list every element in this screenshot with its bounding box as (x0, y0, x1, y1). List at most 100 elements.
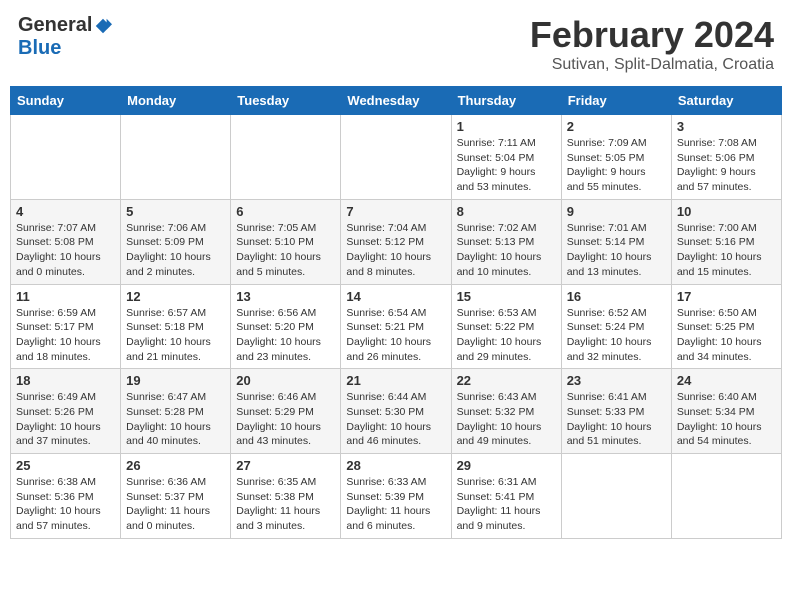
day-info: Sunrise: 7:00 AMSunset: 5:16 PMDaylight:… (677, 221, 776, 280)
calendar-cell: 9 Sunrise: 7:01 AMSunset: 5:14 PMDaylight… (561, 199, 671, 284)
day-info: Sunrise: 7:04 AMSunset: 5:12 PMDaylight:… (346, 221, 445, 280)
calendar-cell: 17 Sunrise: 6:50 AMSunset: 5:25 PMDayligh… (671, 284, 781, 369)
day-info: Sunrise: 6:41 AMSunset: 5:33 PMDaylight:… (567, 390, 666, 449)
day-info: Sunrise: 6:46 AMSunset: 5:29 PMDaylight:… (236, 390, 335, 449)
day-info: Sunrise: 6:49 AMSunset: 5:26 PMDaylight:… (16, 390, 115, 449)
logo-blue-text: Blue (18, 37, 61, 59)
day-number: 6 (236, 204, 335, 219)
calendar-cell: 7 Sunrise: 7:04 AMSunset: 5:12 PMDaylight… (341, 199, 451, 284)
day-number: 23 (567, 373, 666, 388)
calendar-cell: 4 Sunrise: 7:07 AMSunset: 5:08 PMDaylight… (11, 199, 121, 284)
day-number: 24 (677, 373, 776, 388)
month-year: February 2024 (530, 14, 774, 56)
day-number: 2 (567, 119, 666, 134)
calendar-cell: 12 Sunrise: 6:57 AMSunset: 5:18 PMDayligh… (121, 284, 231, 369)
day-info: Sunrise: 6:52 AMSunset: 5:24 PMDaylight:… (567, 306, 666, 365)
day-number: 4 (16, 204, 115, 219)
calendar-week-3: 11Sunrise: 6:59 AMSunset: 5:17 PMDayligh… (11, 284, 782, 369)
calendar-cell: 15 Sunrise: 6:53 AMSunset: 5:22 PMDayligh… (451, 284, 561, 369)
day-number: 13 (236, 289, 335, 304)
logo-general-text: General (18, 14, 92, 37)
day-info: Sunrise: 6:44 AMSunset: 5:30 PMDaylight:… (346, 390, 445, 449)
day-info: Sunrise: 6:56 AMSunset: 5:20 PMDaylight:… (236, 306, 335, 365)
day-number: 3 (677, 119, 776, 134)
day-number: 1 (457, 119, 556, 134)
day-info: Sunrise: 6:33 AMSunset: 5:39 PMDaylight:… (346, 475, 445, 534)
day-number: 18 (16, 373, 115, 388)
logo: General Blue (18, 14, 112, 60)
day-header-friday: Friday (561, 87, 671, 115)
day-info: Sunrise: 6:31 AMSunset: 5:41 PMDaylight:… (457, 475, 556, 534)
day-header-wednesday: Wednesday (341, 87, 451, 115)
day-info: Sunrise: 6:38 AMSunset: 5:36 PMDaylight:… (16, 475, 115, 534)
day-info: Sunrise: 7:01 AMSunset: 5:14 PMDaylight:… (567, 221, 666, 280)
header: General Blue February 2024 Sutivan, Spli… (10, 10, 782, 78)
day-number: 17 (677, 289, 776, 304)
day-number: 25 (16, 458, 115, 473)
calendar-cell: 21 Sunrise: 6:44 AMSunset: 5:30 PMDayligh… (341, 369, 451, 454)
day-header-sunday: Sunday (11, 87, 121, 115)
location-subtitle: Sutivan, Split-Dalmatia, Croatia (530, 56, 774, 74)
calendar-cell (121, 115, 231, 200)
calendar-cell: 10 Sunrise: 7:00 AMSunset: 5:16 PMDayligh… (671, 199, 781, 284)
calendar-cell: 20Sunrise: 6:46 AMSunset: 5:29 PMDayligh… (231, 369, 341, 454)
calendar-cell: 3 Sunrise: 7:08 AMSunset: 5:06 PMDaylight… (671, 115, 781, 200)
day-info: Sunrise: 7:09 AMSunset: 5:05 PMDaylight:… (567, 136, 666, 195)
day-number: 14 (346, 289, 445, 304)
calendar-cell: 11Sunrise: 6:59 AMSunset: 5:17 PMDayligh… (11, 284, 121, 369)
title-area: February 2024 Sutivan, Split-Dalmatia, C… (530, 14, 774, 74)
calendar-week-2: 4 Sunrise: 7:07 AMSunset: 5:08 PMDaylight… (11, 199, 782, 284)
day-info: Sunrise: 6:43 AMSunset: 5:32 PMDaylight:… (457, 390, 556, 449)
calendar-week-1: 1 Sunrise: 7:11 AMSunset: 5:04 PMDaylight… (11, 115, 782, 200)
day-number: 21 (346, 373, 445, 388)
calendar-cell: 16 Sunrise: 6:52 AMSunset: 5:24 PMDayligh… (561, 284, 671, 369)
logo-icon (94, 17, 112, 35)
day-info: Sunrise: 6:40 AMSunset: 5:34 PMDaylight:… (677, 390, 776, 449)
day-info: Sunrise: 6:50 AMSunset: 5:25 PMDaylight:… (677, 306, 776, 365)
day-number: 29 (457, 458, 556, 473)
day-info: Sunrise: 6:36 AMSunset: 5:37 PMDaylight:… (126, 475, 225, 534)
day-number: 10 (677, 204, 776, 219)
calendar-header-row: SundayMondayTuesdayWednesdayThursdayFrid… (11, 87, 782, 115)
day-info: Sunrise: 6:57 AMSunset: 5:18 PMDaylight:… (126, 306, 225, 365)
day-info: Sunrise: 6:35 AMSunset: 5:38 PMDaylight:… (236, 475, 335, 534)
day-header-monday: Monday (121, 87, 231, 115)
calendar-cell (561, 454, 671, 539)
calendar-table: SundayMondayTuesdayWednesdayThursdayFrid… (10, 86, 782, 539)
day-info: Sunrise: 7:06 AMSunset: 5:09 PMDaylight:… (126, 221, 225, 280)
day-number: 16 (567, 289, 666, 304)
day-number: 26 (126, 458, 225, 473)
day-header-saturday: Saturday (671, 87, 781, 115)
day-info: Sunrise: 7:07 AMSunset: 5:08 PMDaylight:… (16, 221, 115, 280)
day-info: Sunrise: 6:47 AMSunset: 5:28 PMDaylight:… (126, 390, 225, 449)
day-info: Sunrise: 6:53 AMSunset: 5:22 PMDaylight:… (457, 306, 556, 365)
calendar-cell: 5 Sunrise: 7:06 AMSunset: 5:09 PMDaylight… (121, 199, 231, 284)
calendar-cell: 1 Sunrise: 7:11 AMSunset: 5:04 PMDaylight… (451, 115, 561, 200)
day-number: 12 (126, 289, 225, 304)
day-header-thursday: Thursday (451, 87, 561, 115)
calendar-week-5: 25 Sunrise: 6:38 AMSunset: 5:36 PMDayligh… (11, 454, 782, 539)
day-info: Sunrise: 7:02 AMSunset: 5:13 PMDaylight:… (457, 221, 556, 280)
day-number: 19 (126, 373, 225, 388)
calendar-cell: 28Sunrise: 6:33 AMSunset: 5:39 PMDayligh… (341, 454, 451, 539)
calendar-cell (341, 115, 451, 200)
calendar-cell: 2 Sunrise: 7:09 AMSunset: 5:05 PMDaylight… (561, 115, 671, 200)
day-header-tuesday: Tuesday (231, 87, 341, 115)
calendar-cell: 19 Sunrise: 6:47 AMSunset: 5:28 PMDayligh… (121, 369, 231, 454)
calendar-cell: 18 Sunrise: 6:49 AMSunset: 5:26 PMDayligh… (11, 369, 121, 454)
day-number: 7 (346, 204, 445, 219)
calendar-cell: 27Sunrise: 6:35 AMSunset: 5:38 PMDayligh… (231, 454, 341, 539)
calendar-cell (231, 115, 341, 200)
calendar-cell: 23 Sunrise: 6:41 AMSunset: 5:33 PMDayligh… (561, 369, 671, 454)
day-number: 9 (567, 204, 666, 219)
day-info: Sunrise: 7:08 AMSunset: 5:06 PMDaylight:… (677, 136, 776, 195)
calendar-cell (671, 454, 781, 539)
day-info: Sunrise: 7:05 AMSunset: 5:10 PMDaylight:… (236, 221, 335, 280)
day-number: 15 (457, 289, 556, 304)
day-info: Sunrise: 7:11 AMSunset: 5:04 PMDaylight:… (457, 136, 556, 195)
day-number: 5 (126, 204, 225, 219)
calendar-cell: 29 Sunrise: 6:31 AMSunset: 5:41 PMDayligh… (451, 454, 561, 539)
day-number: 11 (16, 289, 115, 304)
calendar-cell: 14Sunrise: 6:54 AMSunset: 5:21 PMDayligh… (341, 284, 451, 369)
calendar-cell: 24 Sunrise: 6:40 AMSunset: 5:34 PMDayligh… (671, 369, 781, 454)
